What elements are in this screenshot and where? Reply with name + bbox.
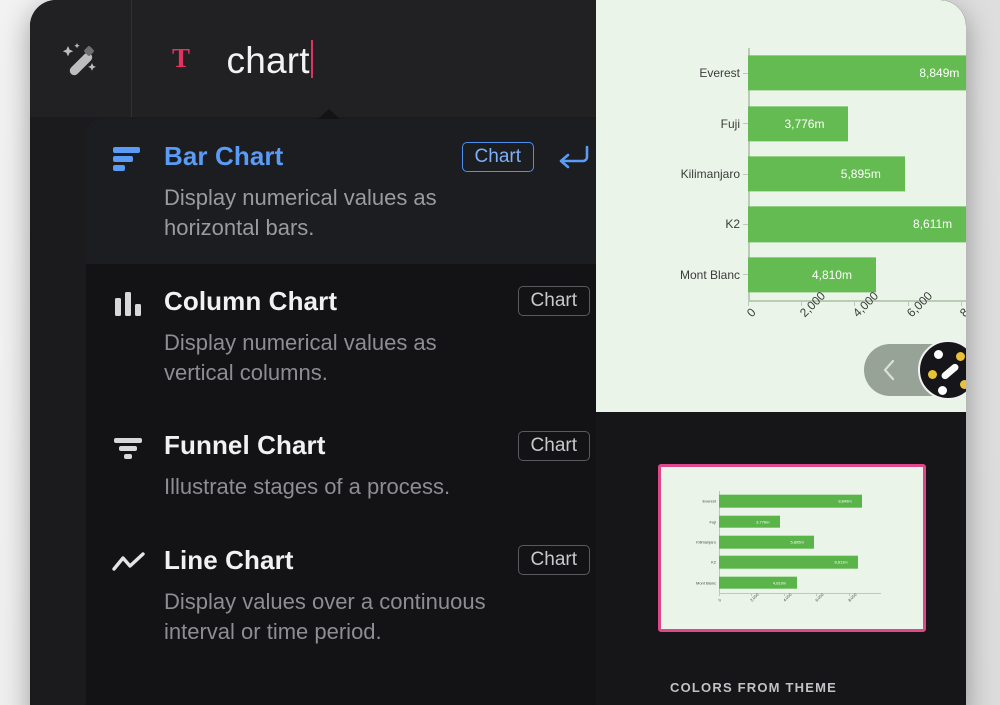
result-title: Bar Chart bbox=[164, 141, 284, 171]
result-title: Column Chart bbox=[164, 285, 338, 316]
theme-caption: COLORS FROM THEME bbox=[670, 680, 838, 695]
result-item-line-chart[interactable]: Line Chart Chart Display values over a c… bbox=[86, 523, 616, 668]
search-input[interactable]: chart bbox=[227, 35, 313, 82]
chart-thumbnail[interactable]: Everest 8,849m Fuji 3,776m Kilimanjaro 5,895m… bbox=[658, 464, 926, 632]
result-category-badge: Chart bbox=[461, 141, 534, 172]
x-tick-label: 6,000 bbox=[903, 288, 935, 320]
result-header: Funnel Chart Chart bbox=[164, 430, 590, 461]
text-type-icon: T bbox=[172, 43, 191, 73]
result-title: Funnel Chart bbox=[164, 430, 326, 461]
result-description: Illustrate stages of a process. bbox=[164, 474, 451, 500]
thumb-bar-value-label: 5,895m bbox=[790, 539, 804, 545]
result-title: Line Chart bbox=[164, 544, 294, 575]
result-body: Funnel Chart Chart Illustrate stages of … bbox=[164, 430, 590, 502]
bar-chart-icon bbox=[112, 141, 164, 244]
x-tick-label: 8,000 bbox=[956, 288, 966, 320]
dropdown-pointer bbox=[318, 109, 340, 119]
thumbnail-strip: Everest 8,849m Fuji 3,776m Kilimanjaro 5,895m… bbox=[596, 412, 966, 705]
result-header: Line Chart Chart bbox=[164, 545, 590, 576]
bar[interactable] bbox=[748, 156, 905, 192]
magic-wand-button[interactable] bbox=[30, 0, 132, 117]
thumb-category-label: Mont Blanc bbox=[695, 580, 716, 586]
search-results-dropdown: Bar Chart Chart Display numerical values… bbox=[86, 119, 616, 705]
bar-value-label: 5,895m bbox=[840, 167, 881, 181]
thumb-category-label: Kilimanjaro bbox=[696, 539, 716, 545]
chevron-left-icon bbox=[883, 359, 895, 381]
column-chart-icon bbox=[112, 286, 164, 389]
thumb-bar bbox=[719, 515, 781, 528]
bar-value-label: 4,810m bbox=[811, 267, 852, 282]
result-category-badge: Chart bbox=[517, 286, 590, 317]
category-label: Everest bbox=[699, 66, 740, 81]
bar-value-label: 3,776m bbox=[784, 116, 825, 131]
result-body: Line Chart Chart Display values over a c… bbox=[164, 545, 590, 648]
thumb-bar-value-label: 4,810m bbox=[772, 580, 787, 586]
thumb-bar-value-label: 8,611m bbox=[834, 559, 848, 565]
category-label: Mont Blanc bbox=[679, 267, 740, 282]
text-caret bbox=[310, 40, 313, 78]
result-item-funnel-chart[interactable]: Funnel Chart Chart Illustrate stages of … bbox=[86, 408, 616, 522]
thumb-x-tick bbox=[719, 593, 720, 596]
x-tick-label: 0 bbox=[744, 305, 759, 320]
x-tick-label: 2,000 bbox=[797, 288, 829, 320]
result-description: Display numerical values as vertical col… bbox=[164, 329, 437, 386]
x-tick-label: 4,000 bbox=[850, 288, 882, 320]
funnel-chart-icon bbox=[112, 430, 164, 502]
app-window: T chart Bar Chart Chart Display numerica… bbox=[30, 0, 966, 705]
thumb-bar-value-label: 8,849m bbox=[838, 498, 852, 504]
result-header: Bar Chart Chart bbox=[164, 141, 590, 172]
thumb-x-tick-label: 0 bbox=[717, 597, 723, 603]
search-input-value: chart bbox=[226, 40, 310, 81]
result-category-badge: Chart bbox=[517, 430, 590, 461]
category-label: Kilimanjaro bbox=[680, 167, 740, 181]
result-item-column-chart[interactable]: Column Chart Chart Display numerical val… bbox=[86, 264, 616, 409]
thumb-category-label: K2 bbox=[711, 559, 716, 565]
result-body: Bar Chart Chart Display numerical values… bbox=[164, 141, 590, 244]
category-label: Fuji bbox=[720, 116, 740, 131]
category-label: K2 bbox=[725, 217, 740, 232]
return-arrow-icon bbox=[556, 144, 590, 170]
result-item-bar-chart[interactable]: Bar Chart Chart Display numerical values… bbox=[86, 119, 616, 264]
result-description: Display numerical values as horizontal b… bbox=[164, 185, 437, 241]
thumb-category-label: Everest bbox=[702, 498, 716, 504]
result-header: Column Chart Chart bbox=[164, 286, 590, 317]
screen-root: T chart Bar Chart Chart Display numerica… bbox=[0, 0, 1000, 705]
thumb-bar-value-label: 3,776m bbox=[756, 519, 770, 525]
line-chart-icon bbox=[112, 545, 164, 648]
result-category-badge: Chart bbox=[517, 545, 590, 576]
magic-wand-icon bbox=[62, 42, 96, 75]
bar-value-label: 8,849m bbox=[919, 66, 960, 81]
omnibar[interactable]: T chart bbox=[30, 0, 596, 117]
result-description: Display values over a continuous interva… bbox=[164, 588, 486, 645]
bar-value-label: 8,611m bbox=[913, 217, 953, 232]
result-body: Column Chart Chart Display numerical val… bbox=[164, 286, 590, 389]
thumb-category-label: Fuji bbox=[709, 519, 716, 525]
chart-preview-panel[interactable]: Everest 8,849m Fuji 3,776m Kilimanjaro 5,895m… bbox=[596, 0, 966, 412]
thumbnail-chart: Everest 8,849m Fuji 3,776m Kilimanjaro 5,895m… bbox=[661, 467, 923, 629]
